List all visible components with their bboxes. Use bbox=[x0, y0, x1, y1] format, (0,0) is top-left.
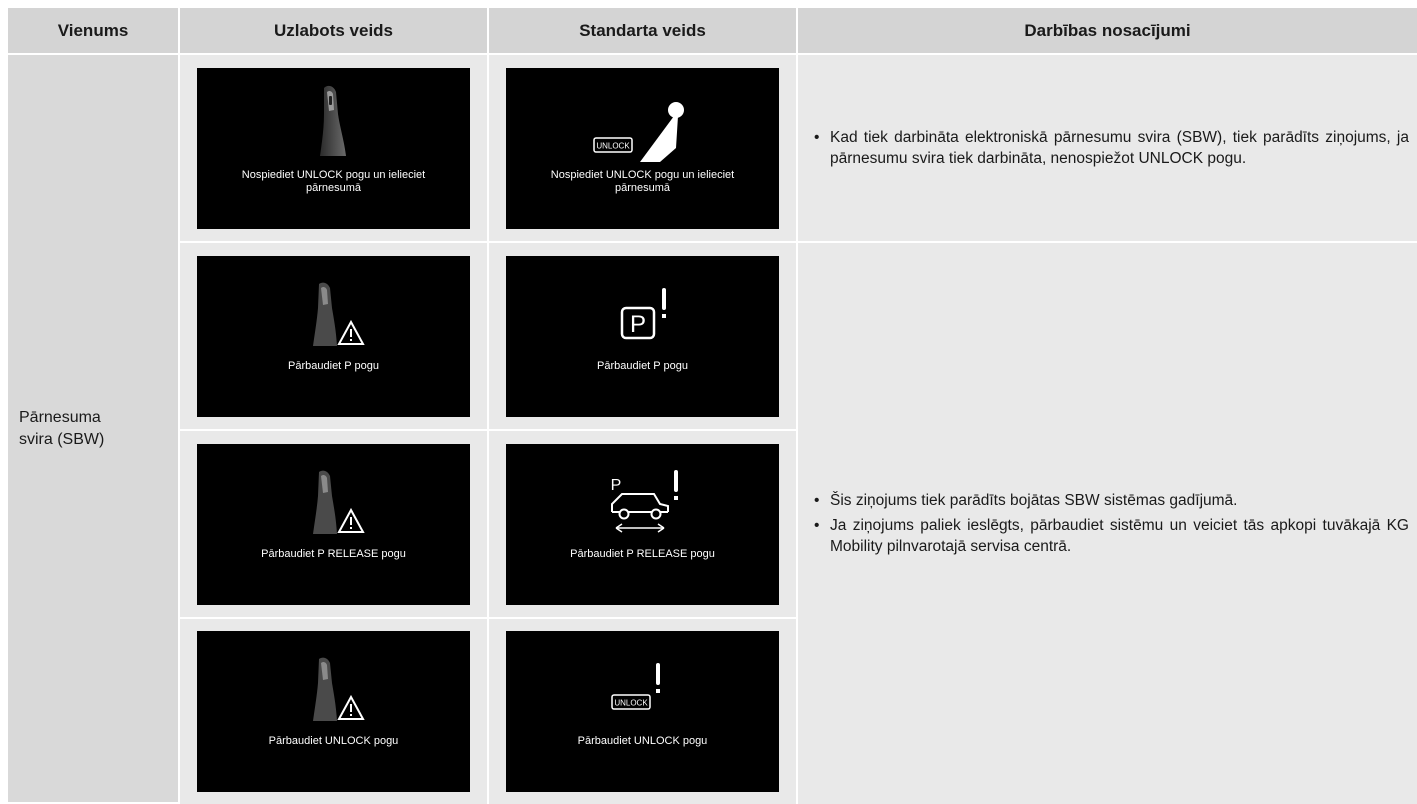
enhanced-cell-2: Pārbaudiet P pogu bbox=[180, 243, 489, 431]
enhanced-message-4: Pārbaudiet UNLOCK pogu bbox=[268, 735, 399, 747]
standard-message-2: Pārbaudiet P pogu bbox=[597, 359, 688, 372]
standard-cell-4: UNLOCK Pārbaudiet UNLOCK pogu bbox=[489, 619, 798, 804]
item-name-line1: Pārnesuma bbox=[19, 408, 101, 426]
header-conditions: Darbības nosacījumi bbox=[798, 8, 1417, 55]
header-standard: Standarta veids bbox=[489, 8, 798, 55]
conditions-list-top: Kad tiek darbināta elektroniskā pārnesum… bbox=[812, 123, 1409, 173]
enhanced-message-1: Nospiediet UNLOCK pogu un ielieciet pārn… bbox=[241, 168, 426, 194]
standard-screen-4: UNLOCK Pārbaudiet UNLOCK pogu bbox=[506, 631, 779, 792]
conditions-list-bottom: Šis ziņojums tiek parādīts bojātas SBW s… bbox=[812, 486, 1409, 561]
gear-lever-warning-icon bbox=[312, 282, 365, 346]
park-button-warning-icon: P bbox=[620, 287, 666, 339]
sbw-message-table: Vienums Uzlabots veids Standarta veids D… bbox=[8, 8, 1417, 804]
unlock-label-1: UNLOCK bbox=[596, 141, 630, 150]
conditions-cell-top: Kad tiek darbināta elektroniskā pārnesum… bbox=[798, 55, 1417, 243]
enhanced-screen-3: Pārbaudiet P RELEASE pogu bbox=[197, 443, 470, 605]
park-label-2: P bbox=[629, 311, 645, 338]
gear-lever-warning-icon bbox=[312, 657, 365, 721]
unlock-gear-shift-icon: UNLOCK bbox=[592, 101, 684, 162]
standard-message-4: Pārbaudiet UNLOCK pogu bbox=[577, 735, 708, 747]
standard-screen-3: P Pārbaudiet P RELEASE pogu bbox=[506, 443, 779, 605]
enhanced-screen-2: Pārbaudiet P pogu bbox=[197, 255, 470, 417]
condition-item: Ja ziņojums paliek ieslēgts, pārbaudiet … bbox=[812, 515, 1409, 557]
unlock-label-4: UNLOCK bbox=[614, 699, 648, 708]
standard-cell-3: P Pārbaudiet P RELEASE pogu bbox=[489, 431, 798, 619]
park-label-3: P bbox=[610, 477, 621, 494]
enhanced-cell-1: Nospiediet UNLOCK pogu un ielieciet pārn… bbox=[180, 55, 489, 243]
enhanced-cell-3: Pārbaudiet P RELEASE pogu bbox=[180, 431, 489, 619]
enhanced-message-3: Pārbaudiet P RELEASE pogu bbox=[261, 547, 406, 560]
standard-cell-1: UNLOCK Nospiediet UNLOCK pogu un ielieci… bbox=[489, 55, 798, 243]
item-name-line2: svira (SBW) bbox=[19, 430, 105, 448]
enhanced-screen-4: Pārbaudiet UNLOCK pogu bbox=[197, 631, 470, 792]
condition-item: Šis ziņojums tiek parādīts bojātas SBW s… bbox=[812, 490, 1409, 511]
gear-lever-icon bbox=[319, 85, 346, 156]
gear-lever-warning-icon bbox=[312, 470, 365, 534]
car-park-release-warning-icon: P bbox=[610, 469, 678, 533]
header-enhanced: Uzlabots veids bbox=[180, 8, 489, 55]
standard-screen-2: P Pārbaudiet P pogu bbox=[506, 255, 779, 417]
standard-message-1: Nospiediet UNLOCK pogu un ielieciet pārn… bbox=[550, 168, 735, 194]
header-item: Vienums bbox=[8, 8, 180, 55]
enhanced-cell-4: Pārbaudiet UNLOCK pogu bbox=[180, 619, 489, 804]
condition-item: Kad tiek darbināta elektroniskā pārnesum… bbox=[812, 127, 1409, 169]
unlock-warning-icon: UNLOCK bbox=[610, 663, 660, 710]
conditions-cell-bottom: Šis ziņojums tiek parādīts bojātas SBW s… bbox=[798, 243, 1417, 804]
standard-screen-1: UNLOCK Nospiediet UNLOCK pogu un ielieci… bbox=[506, 67, 779, 229]
enhanced-screen-1: Nospiediet UNLOCK pogu un ielieciet pārn… bbox=[197, 67, 470, 229]
item-cell: Pārnesuma svira (SBW) bbox=[8, 55, 180, 804]
standard-message-3: Pārbaudiet P RELEASE pogu bbox=[570, 547, 715, 560]
standard-cell-2: P Pārbaudiet P pogu bbox=[489, 243, 798, 431]
enhanced-message-2: Pārbaudiet P pogu bbox=[288, 359, 379, 372]
